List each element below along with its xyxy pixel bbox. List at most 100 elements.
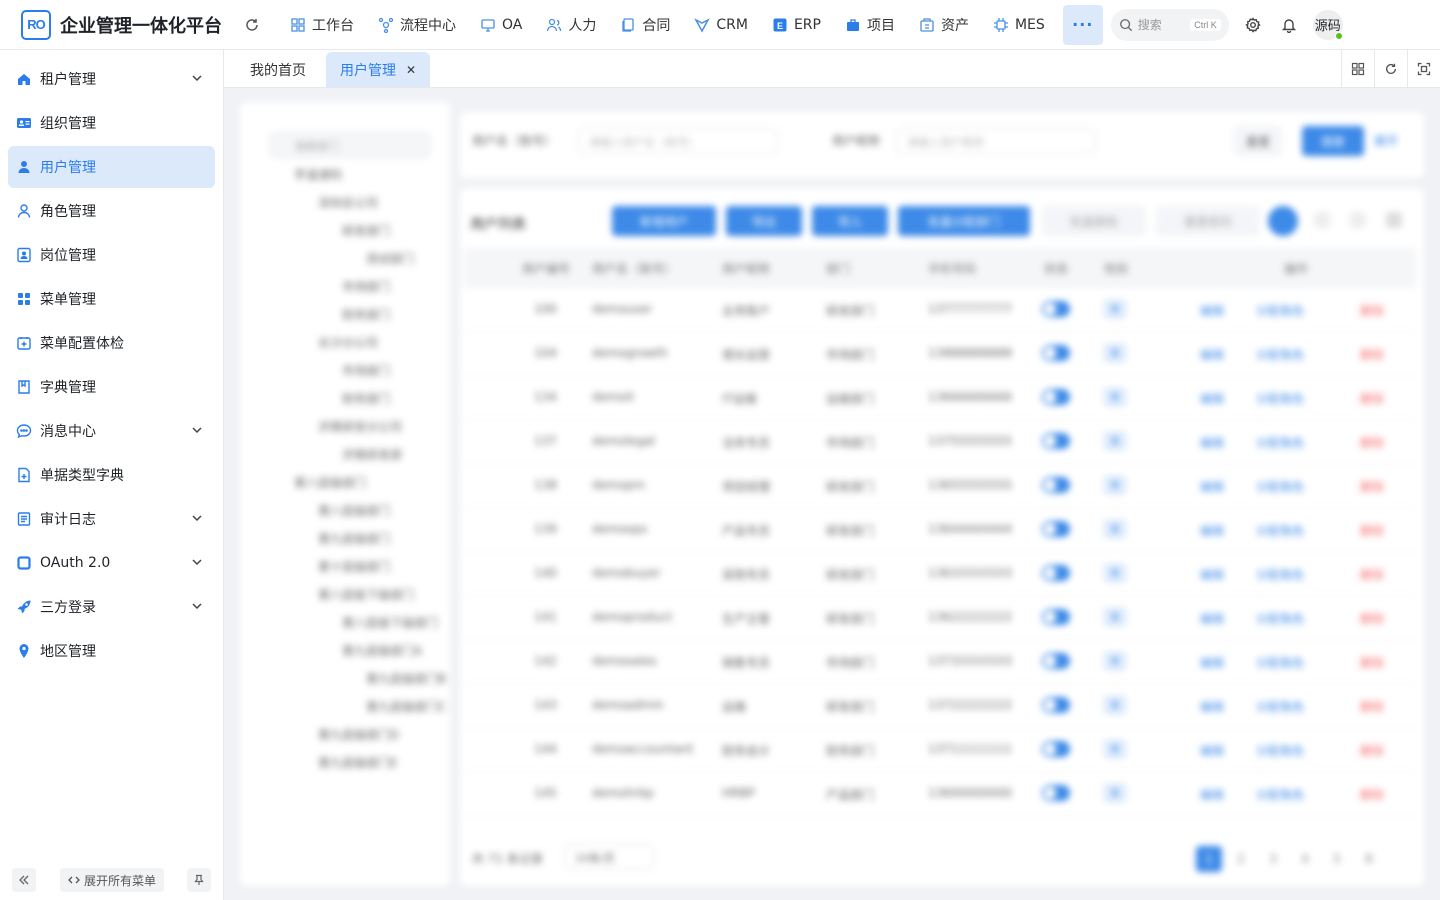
delete-link[interactable]: 删除 <box>1360 698 1384 715</box>
status-toggle[interactable] <box>1042 785 1070 801</box>
tree-node[interactable]: 第十层级部门 <box>318 558 390 575</box>
assign-role-link[interactable]: 分配角色 <box>1256 478 1304 495</box>
reload-tab-button[interactable] <box>1374 50 1407 88</box>
add-user-button[interactable]: 新增用户 <box>612 206 716 236</box>
chevron-down-icon[interactable] <box>191 600 203 612</box>
table-row[interactable]: 141 demoproduct 生产主管 研发部门 13622222222 男 编辑 分配角色… <box>464 596 1416 640</box>
tab-layout-button[interactable] <box>1341 50 1374 88</box>
page-button[interactable]: 5 <box>1324 846 1350 872</box>
topnav-asset[interactable]: 资产 <box>907 0 981 50</box>
table-row[interactable]: 138 demopm 项目经理 研发部门 13655555555 男 编辑 分配角色 删除 <box>464 464 1416 508</box>
status-toggle[interactable] <box>1042 521 1070 537</box>
sidebar-item-document-type[interactable]: 单据类型字典 <box>8 454 215 496</box>
chevron-down-icon[interactable] <box>191 72 203 84</box>
topnav-project[interactable]: 项目 <box>833 0 907 50</box>
reset-password-button[interactable]: 重置密码 <box>1156 206 1260 236</box>
delete-link[interactable]: 删除 <box>1360 522 1384 539</box>
status-toggle[interactable] <box>1042 697 1070 713</box>
tree-node[interactable]: 研发部门 <box>342 222 390 239</box>
refresh-icon[interactable] <box>240 13 264 37</box>
tree-node[interactable]: 第九层级部门D <box>318 726 399 743</box>
topnav-erp[interactable]: E ERP <box>760 0 833 50</box>
sidebar-item-organization[interactable]: 组织管理 <box>8 102 215 144</box>
assign-role-link[interactable]: 分配角色 <box>1256 610 1304 627</box>
edit-link[interactable]: 编辑 <box>1200 346 1224 363</box>
sidebar-item-menu[interactable]: 菜单管理 <box>8 278 215 320</box>
expand-filter-link[interactable]: 展开 <box>1374 132 1398 149</box>
table-row[interactable]: 104 demogrowth 增长运营 市场部门 13888888888 男 编辑 分配角色 删… <box>464 332 1416 376</box>
tree-node[interactable]: 第八层级部门 <box>294 474 366 491</box>
delete-link[interactable]: 删除 <box>1360 346 1384 363</box>
assign-role-link[interactable]: 分配角色 <box>1256 742 1304 759</box>
tree-node[interactable]: 第九层级部门 <box>318 530 390 547</box>
assign-role-link[interactable]: 分配角色 <box>1256 390 1304 407</box>
table-row[interactable]: 139 demoops 产品专员 研发部门 13644444444 男 编辑 分配角色 删除 <box>464 508 1416 552</box>
status-toggle[interactable] <box>1042 301 1070 317</box>
filter-nickname-input[interactable]: 请输入用户昵称 <box>896 128 1096 154</box>
sidebar-item-user-management[interactable]: 用户管理 <box>8 146 215 188</box>
edit-link[interactable]: 编辑 <box>1200 478 1224 495</box>
delete-link[interactable]: 删除 <box>1360 654 1384 671</box>
delete-link[interactable]: 删除 <box>1360 786 1384 803</box>
chevron-down-icon[interactable] <box>191 424 203 436</box>
notifications-button[interactable] <box>1271 7 1307 43</box>
batch-assign-dept-button[interactable]: 批量分配部门 <box>898 206 1030 236</box>
tab-user-management[interactable]: 用户管理 ✕ <box>326 52 431 87</box>
status-toggle[interactable] <box>1042 565 1070 581</box>
batch-delete-button[interactable]: 批量删除 <box>1042 206 1146 236</box>
tree-node[interactable]: 第八层级下级部门 <box>342 614 438 631</box>
page-button[interactable]: 8 <box>1356 846 1382 872</box>
edit-link[interactable]: 编辑 <box>1200 390 1224 407</box>
export-button[interactable]: 导出 <box>726 206 802 236</box>
page-button[interactable]: 3 <box>1260 846 1286 872</box>
tree-node[interactable]: 第九层级部门B <box>366 670 446 687</box>
topnav-oa[interactable]: OA <box>468 0 534 50</box>
topnav-contract[interactable]: 合同 <box>608 0 682 50</box>
assign-role-link[interactable]: 分配角色 <box>1256 566 1304 583</box>
more-menu-button[interactable]: ··· <box>1062 4 1103 45</box>
expand-all-menus-button[interactable]: 展开所有菜单 <box>60 868 165 892</box>
edit-link[interactable]: 编辑 <box>1200 566 1224 583</box>
topnav-mes[interactable]: MES <box>981 0 1057 50</box>
table-row[interactable]: 143 demoadmin 运维 研发部门 13722222222 男 编辑 分配角色 删除 <box>464 684 1416 728</box>
delete-link[interactable]: 删除 <box>1360 478 1384 495</box>
page-button[interactable]: 1 <box>1196 846 1222 872</box>
tree-node[interactable]: 深圳总公司 <box>318 194 378 211</box>
status-toggle[interactable] <box>1042 433 1070 449</box>
delete-link[interactable]: 删除 <box>1360 566 1384 583</box>
assign-role-link[interactable]: 分配角色 <box>1256 698 1304 715</box>
sidebar-item-tenant[interactable]: 租户管理 <box>8 58 215 100</box>
topnav-crm[interactable]: CRM <box>682 0 760 50</box>
filter-username-input[interactable]: 请输入用户名（账号） <box>578 128 778 154</box>
status-toggle[interactable] <box>1042 345 1070 361</box>
settings-button[interactable] <box>1235 7 1271 43</box>
table-search-toggle[interactable] <box>1268 206 1298 236</box>
chevron-down-icon[interactable] <box>191 512 203 524</box>
status-toggle[interactable] <box>1042 653 1070 669</box>
assign-role-link[interactable]: 分配角色 <box>1256 302 1304 319</box>
status-toggle[interactable] <box>1042 741 1070 757</box>
tree-node[interactable]: 第八层级下级部门 <box>318 586 414 603</box>
table-row[interactable]: 140 demobuyer 采购专员 研发部门 13633333333 男 编辑 分配角色 删除 <box>464 552 1416 596</box>
edit-link[interactable]: 编辑 <box>1200 610 1224 627</box>
assign-role-link[interactable]: 分配角色 <box>1256 654 1304 671</box>
table-columns-icon[interactable] <box>1350 212 1366 228</box>
table-row[interactable]: 144 demoaccountant 财务会计 财务部门 13711111111 男 编辑 分… <box>464 728 1416 772</box>
table-row[interactable]: 145 demohrbp HRBP 产品部门 13600000000 男 编辑 分配角色 删除 <box>464 772 1416 816</box>
status-toggle[interactable] <box>1042 389 1070 405</box>
edit-link[interactable]: 编辑 <box>1200 654 1224 671</box>
import-button[interactable]: 导入 <box>812 206 888 236</box>
assign-role-link[interactable]: 分配角色 <box>1256 346 1304 363</box>
tree-node[interactable]: 第九层级部门E <box>318 754 398 771</box>
tree-search-input[interactable]: 搜索部门 <box>270 132 430 158</box>
page-size-select[interactable]: 10条/页 <box>564 844 654 870</box>
status-toggle[interactable] <box>1042 477 1070 493</box>
table-row[interactable]: 134 demoit IT运维 运维部门 13666666666 男 编辑 分配角色 删除 <box>464 376 1416 420</box>
tree-node[interactable]: 第九层级部门A <box>342 642 422 659</box>
sidebar-item-dictionary[interactable]: 字典管理 <box>8 366 215 408</box>
user-avatar[interactable]: 源码 <box>1312 9 1343 40</box>
sidebar-item-message-center[interactable]: 消息中心 <box>8 410 215 452</box>
sidebar-item-region[interactable]: 地区管理 <box>8 630 215 672</box>
tree-node[interactable]: 第八层级部门 <box>318 502 390 519</box>
edit-link[interactable]: 编辑 <box>1200 742 1224 759</box>
